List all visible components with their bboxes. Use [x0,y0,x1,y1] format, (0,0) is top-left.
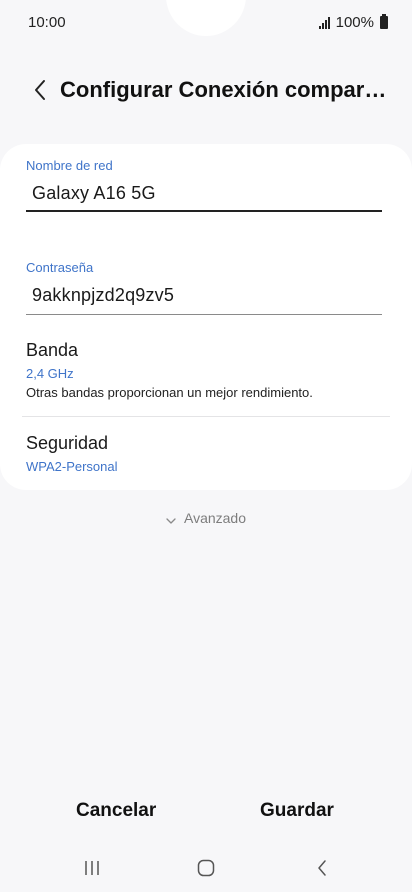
password-label: Contraseña [26,260,94,275]
advanced-label: Avanzado [183,510,246,526]
nav-back-button[interactable] [302,856,342,880]
network-name-underline [26,210,382,212]
camera-notch [166,0,246,36]
advanced-toggle[interactable]: Avanzado [0,510,412,527]
status-time: 10:00 [28,14,66,31]
password-input[interactable]: 9akknpjzd2q9zv5 [26,285,382,306]
page-title: Configurar Conexión compart... [60,77,390,102]
home-icon [197,859,215,877]
password-field[interactable]: Contraseña 9akknpjzd2q9zv5 [26,260,382,315]
navigation-bar [0,848,412,888]
hotspot-settings-card: Nombre de red Galaxy A16 5G Contraseña 9… [0,144,412,490]
security-value: WPA2-Personal [26,459,118,474]
action-bar: Cancelar Guardar [0,800,412,830]
back-icon [318,860,326,876]
security-row[interactable]: Seguridad WPA2-Personal [26,433,382,474]
battery-percent: 100% [335,14,374,31]
recents-button[interactable] [72,856,112,880]
band-title: Banda [26,340,79,360]
security-title: Seguridad [26,433,109,453]
cancel-button[interactable]: Cancelar [76,800,156,822]
chevron-left-icon [35,80,45,100]
band-value: 2,4 GHz [26,366,74,381]
band-description: Otras bandas proporcionan un mejor rendi… [26,385,313,400]
recents-icon [85,861,99,875]
network-name-input[interactable]: Galaxy A16 5G [26,183,382,204]
chevron-down-icon [166,511,176,527]
signal-icon [318,16,330,29]
band-row[interactable]: Banda 2,4 GHz Otras bandas proporcionan … [26,340,382,400]
save-button[interactable]: Guardar [260,800,334,822]
battery-icon [380,14,388,29]
home-button[interactable] [186,856,226,880]
status-indicators: 100% [318,14,388,31]
network-name-label: Nombre de red [26,158,113,173]
back-button[interactable] [18,70,62,110]
app-header: Configurar Conexión compart... [0,70,412,110]
status-bar: 10:00 100% [0,0,412,46]
password-underline [26,314,382,315]
divider [22,416,390,417]
network-name-field[interactable]: Nombre de red Galaxy A16 5G [26,158,382,212]
